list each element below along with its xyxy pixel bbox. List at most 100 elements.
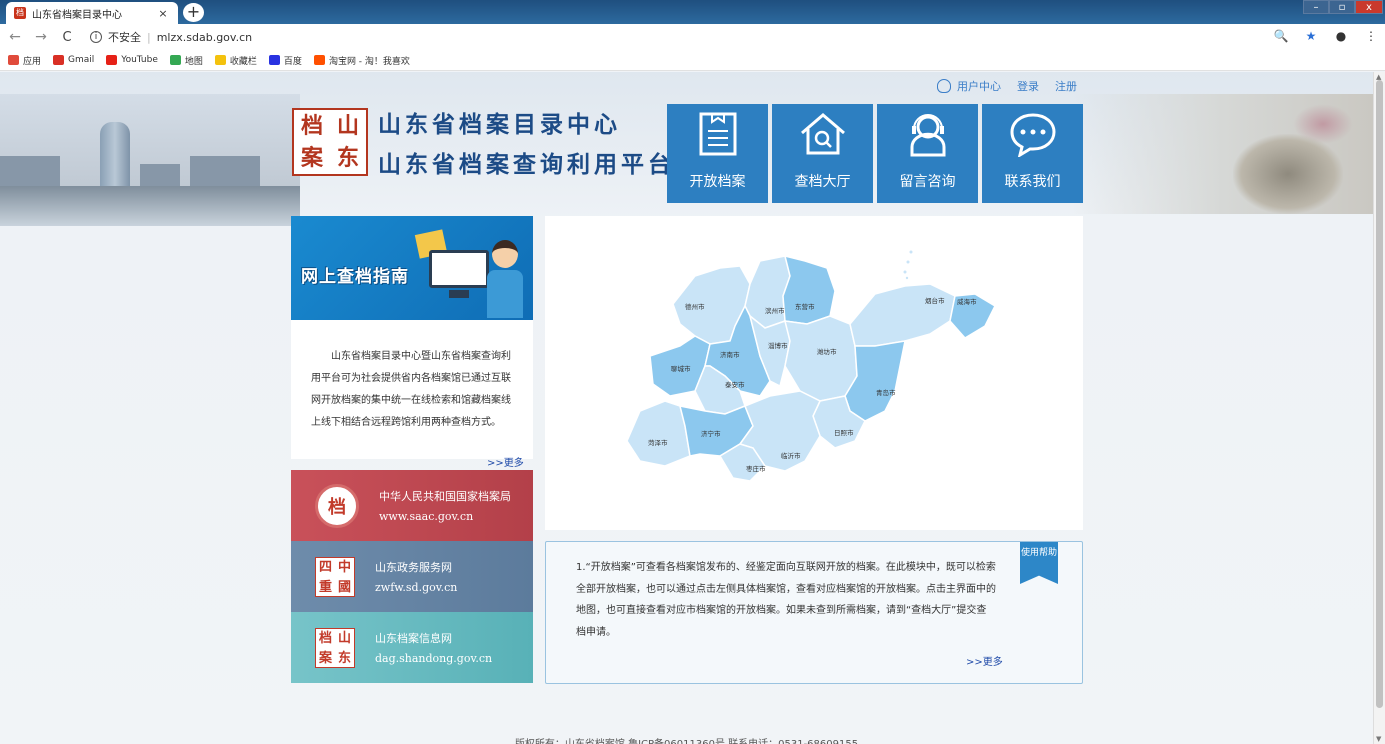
usage-help-ribbon[interactable]: 使用帮助 xyxy=(1020,542,1058,584)
account-icon[interactable]: ● xyxy=(1333,29,1349,43)
house-search-icon xyxy=(800,113,845,155)
chat-bubble-icon xyxy=(1009,113,1056,157)
forward-button[interactable]: → xyxy=(30,29,52,45)
building-shape xyxy=(190,156,260,186)
window-minimize-button[interactable]: – xyxy=(1303,0,1329,14)
bookmark-star-icon[interactable]: ★ xyxy=(1303,29,1319,43)
nav-tile-open-archives[interactable]: 开放档案 xyxy=(667,104,768,203)
user-center-label: 用户中心 xyxy=(957,80,1001,93)
search-guide-title: 网上查档指南 xyxy=(301,267,409,287)
back-button[interactable]: ← xyxy=(4,29,26,45)
site-logo[interactable]: 档 山 案 东 山东省档案目录中心 山东省档案查询利用平台 xyxy=(292,105,675,179)
link-url: www.saac.gov.cn xyxy=(379,510,474,523)
link-name: 山东档案信息网 xyxy=(375,632,452,645)
bookmark-favicon-icon xyxy=(214,55,226,65)
link-national-archives[interactable]: 档 中华人民共和国国家档案局 www.saac.gov.cn xyxy=(291,470,533,541)
shandong-map-panel: 德州市 滨州市 东营市 烟台市 威海市 聊城市 济南市 淄博市 潍坊市 泰安市 … xyxy=(545,216,1083,530)
bookmark-item[interactable]: 淘宝网 - 淘！我喜欢 xyxy=(313,54,410,67)
register-link[interactable]: 注册 xyxy=(1055,78,1077,94)
map-label-rizhao: 日照市 xyxy=(834,428,854,437)
nav-tile-contact-us[interactable]: 联系我们 xyxy=(982,104,1083,203)
nav-tile-label: 留言咨询 xyxy=(899,174,956,190)
bookmark-label: 应用 xyxy=(23,56,42,67)
page-scrollbar[interactable]: ▲ ▼ xyxy=(1373,72,1385,744)
building-shape xyxy=(140,164,180,186)
address-bar-row: ← → C i 不安全 | mlzx.sdab.gov.cn 🔍 ★ ● ⋮ xyxy=(0,24,1385,50)
new-tab-button[interactable]: + xyxy=(183,3,204,22)
document-list-icon xyxy=(699,112,736,156)
tab-close-icon[interactable]: × xyxy=(156,7,170,20)
bookmark-label: 地图 xyxy=(184,56,203,67)
seal-char: 案 xyxy=(318,650,332,666)
bookmarks-bar: 应用 Gmail YouTube 地图 收藏栏 百度 淘宝网 - 淘！我喜欢 xyxy=(0,50,1385,71)
shandong-map[interactable]: 德州市 滨州市 东营市 烟台市 威海市 聊城市 济南市 淄博市 潍坊市 泰安市 … xyxy=(545,216,1083,530)
bookmark-item[interactable]: 收藏栏 xyxy=(214,54,257,67)
gov-service-seal-icon: 四 中 重 國 xyxy=(315,556,355,597)
bookmark-item[interactable]: 地图 xyxy=(169,54,203,67)
reload-button[interactable]: C xyxy=(56,30,78,45)
link-url: dag.shandong.gov.cn xyxy=(375,652,493,665)
zoom-icon[interactable]: 🔍 xyxy=(1273,29,1289,43)
map-region-weifang xyxy=(784,315,858,402)
usage-help-text: 1.“开放档案”可查看各档案馆发布的、经鉴定面向互联网开放的档案。在此模块中，既… xyxy=(576,562,996,638)
info-icon[interactable]: i xyxy=(90,31,102,43)
map-label-yantai: 烟台市 xyxy=(925,296,945,305)
seal-char: 东 xyxy=(336,145,359,171)
window-maximize-button[interactable]: ▫ xyxy=(1329,0,1355,14)
link-name: 中华人民共和国国家档案局 xyxy=(379,490,511,503)
help-more-link[interactable]: >>更多 xyxy=(966,653,1003,668)
seal-char: 重 xyxy=(318,579,332,595)
url-text[interactable]: mlzx.sdab.gov.cn xyxy=(157,31,252,44)
url-separator: | xyxy=(147,30,151,44)
nav-tile-label: 查档大厅 xyxy=(794,174,851,190)
map-label-liaocheng: 聊城市 xyxy=(671,364,691,373)
map-label-linyi: 临沂市 xyxy=(781,451,801,460)
address-bar[interactable]: i 不安全 | mlzx.sdab.gov.cn xyxy=(90,29,252,45)
bookmark-label: 百度 xyxy=(283,56,302,67)
guide-more-link[interactable]: >>更多 xyxy=(487,454,524,469)
map-label-dezhou: 德州市 xyxy=(685,302,705,311)
link-shandong-gov-service[interactable]: 四 中 重 國 山东政务服务网 zwfw.sd.gov.cn xyxy=(291,541,533,612)
nav-tile-message-consult[interactable]: 留言咨询 xyxy=(877,104,978,203)
map-label-qingdao: 青岛市 xyxy=(876,388,896,397)
external-links: 档 中华人民共和国国家档案局 www.saac.gov.cn 四 中 重 國 山… xyxy=(291,470,533,683)
seal-char: 东 xyxy=(337,650,351,666)
lake-image xyxy=(0,186,300,226)
bookmark-item[interactable]: 应用 xyxy=(8,54,41,67)
scroll-down-arrow-icon[interactable]: ▼ xyxy=(1376,735,1381,743)
link-shandong-archives-info[interactable]: 档 山 案 东 山东档案信息网 dag.shandong.gov.cn xyxy=(291,612,533,683)
bookmark-item[interactable]: Gmail xyxy=(53,55,94,65)
archive-seal-logo: 档 山 案 东 xyxy=(292,108,368,176)
footer-copyright: 版权所有：山东省档案馆 鲁ICP备06011360号 联系电话：0531-686… xyxy=(0,735,1373,744)
archives-info-seal-icon: 档 山 案 东 xyxy=(315,627,355,668)
security-label: 不安全 xyxy=(108,31,141,44)
page-content: 用户中心 登录 注册 档 山 案 东 山东省档案目录中心 山东省档案查询利用平台… xyxy=(0,72,1373,744)
cartoon-person-image xyxy=(487,240,523,320)
seal-char: 四 xyxy=(318,559,332,575)
browser-tab[interactable]: 档 山东省档案目录中心 × xyxy=(6,2,178,24)
window-close-button[interactable]: x xyxy=(1355,0,1383,14)
seal-char: 國 xyxy=(337,579,351,595)
map-region-yantai xyxy=(849,283,956,347)
bookmark-label: 收藏栏 xyxy=(229,56,257,67)
nav-tile-label: 开放档案 xyxy=(689,174,746,190)
bookmark-item[interactable]: 百度 xyxy=(268,54,302,67)
browser-menu-icon[interactable]: ⋮ xyxy=(1363,29,1379,43)
bookmark-label: Gmail xyxy=(68,55,95,65)
bookmark-item[interactable]: YouTube xyxy=(106,55,158,65)
map-label-weifang: 潍坊市 xyxy=(817,347,837,356)
browser-tab-strip: 档 山东省档案目录中心 × + – ▫ x xyxy=(0,0,1385,24)
monitor-icon xyxy=(429,250,489,288)
bookmark-favicon-icon xyxy=(53,55,65,65)
search-guide-text: 山东省档案目录中心暨山东省档案查询利用平台可为社会提供省内各档案馆已通过互联网开… xyxy=(311,351,511,428)
rock-shape xyxy=(1233,134,1343,214)
map-label-dongying: 东营市 xyxy=(795,302,815,311)
login-link[interactable]: 登录 xyxy=(1017,78,1039,94)
search-guide-banner[interactable]: 网上查档指南 xyxy=(291,216,533,320)
user-center-link[interactable]: 用户中心 xyxy=(937,78,1001,94)
main-nav: 开放档案 查档大厅 留言咨询 联系我们 xyxy=(667,104,1083,203)
map-label-zaozhuang: 枣庄市 xyxy=(746,464,766,473)
seal-char: 山 xyxy=(336,113,359,139)
nav-tile-archive-hall[interactable]: 查档大厅 xyxy=(772,104,873,203)
scrollbar-thumb[interactable] xyxy=(1376,80,1383,708)
